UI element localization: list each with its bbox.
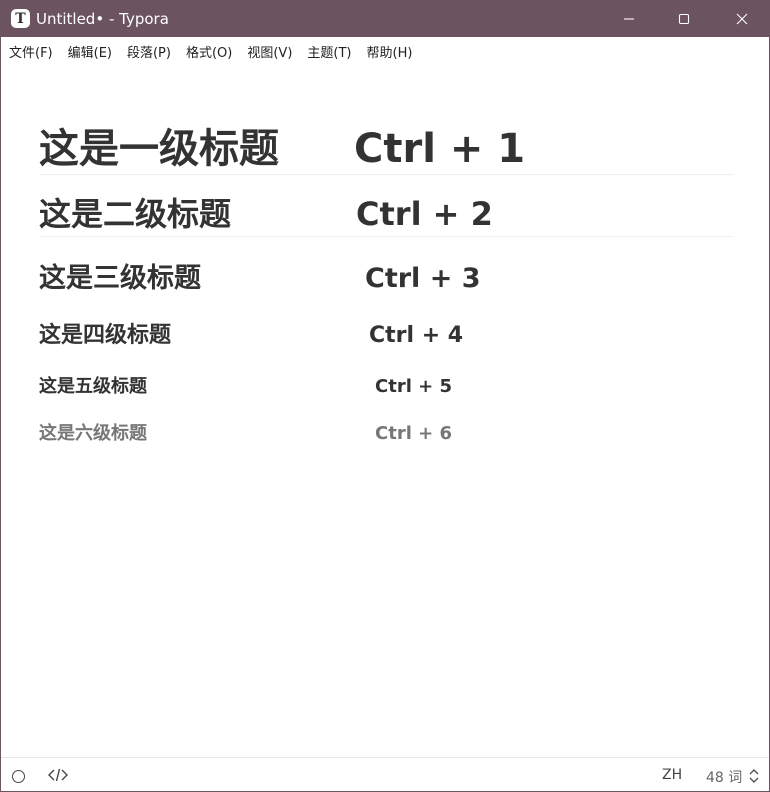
- heading-shortcut: Ctrl + 4: [369, 323, 464, 348]
- menu-view[interactable]: 视图(V): [247, 42, 292, 61]
- title-bar[interactable]: T Untitled• - Typora: [1, 1, 769, 37]
- heading-shortcut: Ctrl + 5: [375, 376, 453, 397]
- heading-text: 这是五级标题: [39, 376, 147, 397]
- heading-text: 这是六级标题: [39, 423, 147, 444]
- menu-theme[interactable]: 主题(T): [307, 42, 351, 61]
- code-icon: [48, 768, 68, 782]
- close-button[interactable]: [719, 1, 765, 37]
- minimize-button[interactable]: [606, 1, 652, 37]
- heading-shortcut: Ctrl + 6: [375, 423, 453, 444]
- menu-edit[interactable]: 编辑(E): [68, 42, 112, 61]
- menu-paragraph[interactable]: 段落(P): [127, 42, 171, 61]
- maximize-button[interactable]: [661, 1, 707, 37]
- menu-bar: 文件(F) 编辑(E) 段落(P) 格式(O) 视图(V) 主题(T) 帮助(H…: [1, 37, 769, 65]
- editor-area[interactable]: 这是一级标题 Ctrl + 1 这是二级标题 Ctrl + 2 这是三级标题 C…: [1, 65, 769, 757]
- status-bar: ZH 48 词: [1, 757, 769, 791]
- circle-icon[interactable]: [12, 770, 25, 783]
- heading-1[interactable]: 这是一级标题 Ctrl + 1: [39, 123, 733, 175]
- heading-3[interactable]: 这是三级标题 Ctrl + 3: [39, 260, 733, 300]
- heading-5[interactable]: 这是五级标题 Ctrl + 5: [39, 375, 733, 401]
- heading-6[interactable]: 这是六级标题 Ctrl + 6: [39, 422, 733, 448]
- word-count[interactable]: 48 词: [706, 767, 742, 787]
- heading-text: 这是三级标题: [39, 263, 201, 294]
- heading-text: 这是四级标题: [39, 323, 172, 348]
- source-mode-button[interactable]: [48, 768, 68, 786]
- heading-text: 这是二级标题: [39, 195, 232, 233]
- language-indicator[interactable]: ZH: [662, 767, 682, 783]
- heading-2[interactable]: 这是二级标题 Ctrl + 2: [39, 192, 733, 237]
- menu-format[interactable]: 格式(O): [186, 42, 232, 61]
- typora-window: T Untitled• - Typora 文件(F) 编辑(E) 段落(P) 格…: [0, 0, 770, 792]
- typora-app-icon: T: [11, 9, 30, 28]
- maximize-icon: [678, 13, 690, 25]
- chevron-updown-icon: [749, 769, 759, 783]
- window-title: Untitled• - Typora: [36, 10, 169, 28]
- heading-shortcut: Ctrl + 1: [354, 126, 526, 172]
- menu-help[interactable]: 帮助(H): [367, 42, 413, 61]
- minimize-icon: [624, 18, 634, 20]
- menu-file[interactable]: 文件(F): [9, 42, 53, 61]
- close-icon: [736, 13, 748, 25]
- heading-shortcut: Ctrl + 3: [365, 263, 481, 294]
- word-count-toggle[interactable]: [748, 768, 760, 788]
- heading-text: 这是一级标题: [39, 126, 279, 172]
- heading-shortcut: Ctrl + 2: [356, 195, 493, 233]
- heading-4[interactable]: 这是四级标题 Ctrl + 4: [39, 321, 733, 353]
